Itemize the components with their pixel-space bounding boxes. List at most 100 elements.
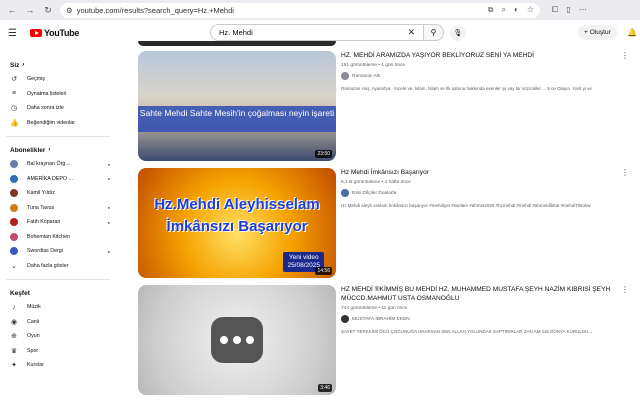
sidebar-item-label: Oyun: [27, 333, 40, 340]
video-description: Ramazan Hoş, Ayasofya · İncele ve, İslam…: [341, 86, 592, 91]
video-meta: 151 görüntüleme • 1 gün önce: [341, 63, 406, 68]
hamburger-menu-icon[interactable]: ☰: [8, 28, 24, 39]
sidebar-subscription[interactable]: Tuna Tavus ●: [0, 201, 120, 216]
subscription-label: Bal kraynan Örg...: [27, 161, 70, 168]
sidebar-item-music[interactable]: ♪ Müzik: [0, 300, 120, 315]
chevron-down-icon: ⌄: [11, 262, 17, 270]
subscription-label: Swordias Dergi: [27, 248, 63, 255]
show-more-label: Daha fazla göster: [27, 262, 69, 269]
sidebar-item-label: Kurslar: [27, 362, 44, 369]
previous-video-thumbnail-edge[interactable]: [138, 41, 336, 46]
avatar: [341, 189, 349, 197]
plus-icon: +: [584, 29, 588, 36]
translate-icon[interactable]: ◐: [514, 5, 519, 15]
sidebar-show-more[interactable]: ⌄ Daha fazla göster: [0, 259, 120, 274]
search-input[interactable]: Hz. Mehdi ✕: [210, 24, 424, 41]
sidebar-item-liked-videos[interactable]: 👍 Beğendiğim videolar: [0, 116, 120, 131]
search-button[interactable]: ⚲: [424, 24, 444, 41]
sidebar-item-label: Canlı: [27, 318, 40, 325]
logo-text: YouTube: [44, 28, 80, 38]
sidepanel-icon[interactable]: ▯: [566, 5, 570, 15]
avatar: [341, 72, 349, 80]
sidebar-item-label: Müzik: [27, 304, 41, 311]
channel-row[interactable]: Ramazan Altı: [341, 72, 631, 80]
sidebar-subscription[interactable]: Fatih Koparan ●: [0, 215, 120, 230]
sidebar-item-gaming[interactable]: ⊕ Oyun: [0, 329, 120, 344]
subscription-label: Fatih Koparan: [27, 219, 61, 226]
subscription-label: Kamil Yıldız: [27, 190, 55, 197]
sidebar-subscription[interactable]: Bal kraynan Örg... ●: [0, 157, 120, 172]
sidebar-subscription[interactable]: Kamil Yıldız: [0, 186, 120, 201]
voice-search-button[interactable]: 🎙: [450, 24, 466, 41]
sidebar-item-sports[interactable]: ♛ Spor: [0, 344, 120, 359]
sidebar-subscription[interactable]: Bohemian Kitchen: [0, 230, 120, 245]
sidebar-divider: [6, 136, 110, 137]
new-content-dot-icon: ●: [107, 161, 110, 167]
avatar: [10, 189, 18, 198]
youtube-logo[interactable]: YouTube: [30, 28, 79, 38]
address-bar[interactable]: ⚙ youtube.com/results?search_query=Hz.+M…: [60, 2, 540, 18]
video-thumbnail[interactable]: Hz.Mehdi Aleyhisselam İmkânsızı Başarıyo…: [138, 168, 336, 278]
sidebar-subscription[interactable]: Swordias Dergi ●: [0, 244, 120, 259]
video-meta: 744 görüntüleme • 11 gün önce: [341, 306, 408, 311]
avatar: [10, 218, 18, 227]
browser-toolbar: ← → ↻ ⚙ youtube.com/results?search_query…: [0, 0, 640, 20]
sidebar-heading-subscriptions[interactable]: Abonelikler ›: [0, 143, 120, 157]
notifications-bell-icon[interactable]: 🔔: [627, 28, 637, 37]
create-button[interactable]: + Oluştur: [578, 25, 617, 40]
channel-name: MUSTAFA İBRAHİM EKEN: [352, 316, 410, 322]
sidebar-item-label: Oynatma listeleri: [27, 90, 67, 97]
sidebar-item-label: Beğendiğim videolar: [27, 119, 75, 126]
video-title[interactable]: Hz Mehdi İmkânsızı Başarıyor: [341, 168, 631, 177]
subscription-label: Tuna Tavus: [27, 204, 55, 211]
avatar: [10, 247, 18, 256]
new-content-dot-icon: ●: [107, 219, 110, 225]
install-icon[interactable]: ⧉: [488, 5, 494, 15]
clock-icon: ◷: [10, 105, 18, 113]
video-title[interactable]: HZ. MEHDİ ARAMIZDA YAŞIYOR BEKLİYORUZ SE…: [341, 51, 631, 60]
channel-row[interactable]: Eski Dîlçiler Dualarla: [341, 189, 631, 197]
trophy-icon: ♛: [10, 347, 18, 355]
menu-dots-icon[interactable]: ⋯: [579, 5, 587, 15]
more-actions-icon[interactable]: ⋮: [621, 51, 629, 60]
video-thumbnail[interactable]: Sahte Mehdi Sahte Mesih'in çoğalması ney…: [138, 51, 336, 161]
subscription-label: AMERİKA DEPO ...: [27, 175, 73, 182]
site-info-icon[interactable]: ⚙: [66, 6, 73, 15]
avatar: [10, 203, 18, 212]
sidebar-item-playlists[interactable]: ≡ Oynatma listeleri: [0, 87, 120, 102]
video-description: ŞAYET YERKKİMİ ÖCÜ ÇOĞUNUĞA UHARSAN SEN …: [341, 329, 593, 334]
channel-name: Eski Dîlçiler Dualarla: [352, 190, 397, 196]
more-actions-icon[interactable]: ⋮: [621, 168, 629, 177]
thumbs-up-icon: 👍: [10, 119, 19, 127]
more-actions-icon[interactable]: ⋮: [621, 285, 629, 294]
search-icon: ⚲: [430, 28, 437, 37]
video-title[interactable]: HZ MEHDİ ®KİMMİŞ BU MEHDİ HZ. MUHAMMED M…: [341, 285, 631, 303]
sidebar-item-label: Daha sonra izle: [27, 105, 64, 112]
reload-icon[interactable]: ↻: [42, 5, 54, 16]
sidebar-heading-you[interactable]: Siz ›: [0, 58, 120, 72]
channel-row[interactable]: MUSTAFA İBRAHİM EKEN: [341, 315, 631, 323]
search-area: Hz. Mehdi ✕ ⚲ 🎙: [210, 24, 466, 41]
sidebar-item-live[interactable]: ◉ Canlı: [0, 315, 120, 330]
sidebar-item-history[interactable]: ↺ Geçmiş: [0, 72, 120, 87]
playlist-icon: ≡: [11, 90, 17, 98]
chevron-right-icon: ›: [48, 147, 51, 153]
back-icon[interactable]: ←: [6, 5, 18, 15]
zoom-icon[interactable]: ⌕: [502, 5, 506, 15]
badge-line: Yeni video: [288, 254, 319, 261]
video-thumbnail[interactable]: 3:46: [138, 285, 336, 395]
sidebar-subscription[interactable]: AMERİKA DEPO ... ●: [0, 172, 120, 187]
thumbnail-caption: Sahte Mehdi Sahte Mesih'in çoğalması ney…: [138, 106, 336, 132]
bookmark-star-icon[interactable]: ☆: [527, 5, 534, 15]
avatar: [10, 174, 18, 183]
music-icon: ♪: [12, 303, 16, 311]
url-text: youtube.com/results?search_query=Hz.+Meh…: [76, 5, 234, 15]
avatar: [10, 160, 18, 169]
subscription-label: Bohemian Kitchen: [27, 233, 70, 240]
loading-placeholder-icon: [211, 317, 263, 363]
sidebar-item-watch-later[interactable]: ◷ Daha sonra izle: [0, 101, 120, 116]
sidebar-item-courses[interactable]: ✦ Kurslar: [0, 358, 120, 373]
extensions-icon[interactable]: ⧠: [552, 5, 558, 15]
clear-search-icon[interactable]: ✕: [407, 27, 415, 38]
forward-icon[interactable]: →: [24, 5, 36, 15]
